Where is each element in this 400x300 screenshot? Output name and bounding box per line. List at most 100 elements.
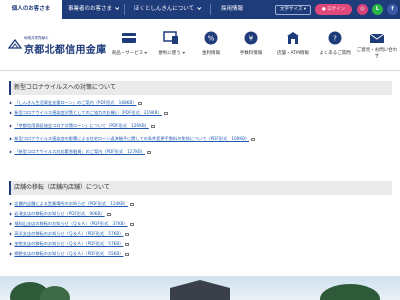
menu-convenient[interactable]: 便利に使う bbox=[150, 31, 192, 67]
link-text[interactable]: 岩滝支店の移転のお知らせ（PDF形式 90KB） bbox=[14, 211, 104, 216]
logo-mark-icon[interactable] bbox=[8, 39, 22, 49]
corona-link-list: 「しんきん生活資金支援ローン」のご案内（PDF形式 168KB） 新型コロナウイ… bbox=[8, 98, 392, 157]
list-item[interactable]: 高浜支店の移転のお知らせ（Ｑ＆Ａ）（PDF形式 57KB） bbox=[8, 229, 392, 239]
external-window-icon bbox=[147, 150, 152, 154]
svg-text:%: % bbox=[208, 35, 215, 43]
branch-link-list: 店舗内店舗による営業場所のお知らせ（PDF形式 124KB） 岩滝支店の移転のお… bbox=[8, 199, 392, 259]
menu-interest[interactable]: % 金利情報 bbox=[190, 31, 232, 67]
chevron-right-icon bbox=[8, 202, 12, 206]
menu-label: 金利情報 bbox=[202, 51, 220, 56]
chevron-right-icon bbox=[8, 111, 12, 115]
lock-icon: ● bbox=[321, 7, 326, 12]
link-text[interactable]: 加悦支店の移転のお知らせ（Ｑ＆Ａ）（PDF形式 57KB） bbox=[14, 241, 123, 246]
menu-faq[interactable]: ? よくあるご質問 bbox=[314, 31, 356, 67]
list-item[interactable]: 「京都信用保証協会コロナ対策ローン」について（PDF形式 126KB） bbox=[8, 121, 392, 131]
temple-shape bbox=[170, 280, 230, 300]
external-window-icon bbox=[251, 137, 256, 141]
scenery-photo bbox=[0, 276, 400, 300]
list-item[interactable]: 「新型コロナウイルス対応緊急融資」のご案内（PDF形式 127KB） bbox=[8, 147, 392, 157]
card-icon bbox=[122, 33, 136, 43]
font-size-button[interactable]: 文字サイズ ▾ bbox=[275, 5, 311, 15]
menu-fees[interactable]: ¥ 手数料情報 bbox=[230, 31, 272, 67]
link-text[interactable]: 新型コロナウイルス感染症対策としてのご協力のお願い（PDF形式 219KB） bbox=[14, 110, 161, 115]
line-icon[interactable]: L bbox=[372, 4, 383, 15]
menu-label: 手数料情報 bbox=[239, 51, 263, 56]
chevron-down-icon: ▾ bbox=[303, 7, 307, 12]
list-item[interactable]: 店舗内店舗による営業場所のお知らせ（PDF形式 124KB） bbox=[8, 199, 392, 209]
tab-recruit[interactable]: 採用情報 bbox=[210, 0, 254, 19]
external-window-icon bbox=[150, 124, 155, 128]
monitor-icon bbox=[163, 31, 178, 44]
tab-label: 採用情報 bbox=[220, 6, 243, 12]
top-navigation: 個人のお客さま 事業者のお客さま ほくとしんきんについて 採用情報 文字サイズ … bbox=[0, 0, 400, 19]
list-item[interactable]: 福知山支店の移転のお知らせ（Ｑ＆Ａ）（PDF形式 37KB） bbox=[8, 219, 392, 229]
menu-products[interactable]: 商品・サービス bbox=[108, 31, 150, 67]
login-label: ログイン bbox=[327, 7, 346, 12]
link-text[interactable]: 「新型コロナウイルス対応緊急融資」のご案内（PDF形式 127KB） bbox=[14, 149, 145, 154]
menu-label: 商品・サービス bbox=[111, 51, 144, 56]
external-window-icon bbox=[129, 222, 134, 226]
tab-label: ほくとしんきんについて bbox=[133, 6, 195, 12]
external-window-icon bbox=[138, 101, 143, 105]
menu-label: 便利に使う bbox=[158, 51, 181, 56]
question-icon: ? bbox=[328, 31, 342, 45]
link-text[interactable]: 「京都信用保証協会コロナ対策ローン」について（PDF形式 126KB） bbox=[14, 123, 149, 128]
svg-text:?: ? bbox=[333, 35, 337, 43]
tree-shape bbox=[320, 284, 380, 300]
chevron-right-icon bbox=[8, 242, 12, 246]
external-window-icon bbox=[125, 242, 130, 246]
link-text[interactable]: 新型コロナウイルス感染症の影響による住宅ローン返済猶予に関しての条件変更手数料の… bbox=[14, 136, 249, 141]
link-text[interactable]: 網野支店の移転のお知らせ（Ｑ＆Ａ）（PDF形式 55KB） bbox=[14, 251, 123, 256]
link-text[interactable]: 「しんきん生活資金支援ローン」のご案内（PDF形式 168KB） bbox=[14, 100, 136, 105]
yen-icon: ¥ bbox=[244, 31, 258, 45]
list-item[interactable]: 新型コロナウイルス感染症対策としてのご協力のお願い（PDF形式 219KB） bbox=[8, 108, 392, 118]
percent-icon: % bbox=[204, 31, 218, 45]
chevron-down-icon bbox=[182, 50, 185, 54]
external-window-icon bbox=[130, 202, 135, 206]
instagram-icon[interactable]: ◎ bbox=[357, 4, 368, 15]
link-text[interactable]: 高浜支店の移転のお知らせ（Ｑ＆Ａ）（PDF形式 57KB） bbox=[14, 231, 123, 236]
external-window-icon bbox=[106, 212, 111, 216]
link-text[interactable]: 福知山支店の移転のお知らせ（Ｑ＆Ａ）（PDF形式 37KB） bbox=[14, 221, 127, 226]
section-title-branch: 店舗の移転（店舗内店舗）について bbox=[9, 181, 392, 195]
chevron-down-icon bbox=[115, 5, 120, 10]
tab-label: 事業者のお客さま bbox=[67, 6, 112, 12]
list-item[interactable]: 加悦支店の移転のお知らせ（Ｑ＆Ａ）（PDF形式 57KB） bbox=[8, 239, 392, 249]
instagram-glyph: ◎ bbox=[360, 6, 365, 12]
mail-icon bbox=[369, 33, 385, 43]
font-size-label: 文字サイズ bbox=[279, 7, 303, 12]
external-window-icon bbox=[125, 252, 130, 256]
chevron-down-icon bbox=[197, 5, 202, 10]
menu-label: 店舗・ATM情報 bbox=[277, 51, 309, 56]
menu-branches[interactable]: 店舗・ATM情報 bbox=[272, 31, 314, 67]
chevron-right-icon bbox=[8, 137, 12, 141]
list-item[interactable]: 新型コロナウイルス感染症の影響による住宅ローン返済猶予に関しての条件変更手数料の… bbox=[8, 134, 392, 144]
chevron-right-icon bbox=[8, 101, 12, 105]
shop-icon bbox=[287, 32, 299, 44]
menu-label: ご意見・お問い合わせ bbox=[356, 48, 398, 59]
chevron-right-icon bbox=[8, 212, 12, 216]
tree-shape bbox=[40, 286, 70, 300]
chevron-right-icon bbox=[8, 222, 12, 226]
tab-about[interactable]: ほくとしんきんについて bbox=[124, 0, 210, 19]
svg-text:¥: ¥ bbox=[249, 35, 254, 43]
line-glyph: L bbox=[375, 6, 380, 12]
external-window-icon bbox=[163, 111, 168, 115]
chevron-down-icon bbox=[144, 50, 148, 54]
list-item[interactable]: 岩滝支店の移転のお知らせ（PDF形式 90KB） bbox=[8, 209, 392, 219]
tab-business[interactable]: 事業者のお客さま bbox=[62, 0, 124, 19]
menu-contact[interactable]: ご意見・お問い合わせ bbox=[356, 31, 398, 67]
facebook-icon[interactable]: f bbox=[387, 4, 398, 15]
chevron-right-icon bbox=[8, 124, 12, 128]
link-text[interactable]: 店舗内店舗による営業場所のお知らせ（PDF形式 124KB） bbox=[14, 201, 128, 206]
tab-label: 個人のお客さま bbox=[11, 6, 51, 12]
list-item[interactable]: 「しんきん生活資金支援ローン」のご案内（PDF形式 168KB） bbox=[8, 98, 392, 108]
chevron-right-icon bbox=[8, 232, 12, 236]
login-button[interactable]: ● ログイン bbox=[315, 4, 352, 15]
tab-personal[interactable]: 個人のお客さま bbox=[0, 0, 62, 19]
facebook-glyph: f bbox=[391, 6, 394, 12]
logo-name[interactable]: 京都北都信用金庫 bbox=[24, 41, 106, 56]
menu-label: よくあるご質問 bbox=[319, 51, 351, 56]
list-item[interactable]: 網野支店の移転のお知らせ（Ｑ＆Ａ）（PDF形式 55KB） bbox=[8, 249, 392, 259]
section-title-corona: 新型コロナウイルスへの対策について bbox=[9, 81, 392, 95]
